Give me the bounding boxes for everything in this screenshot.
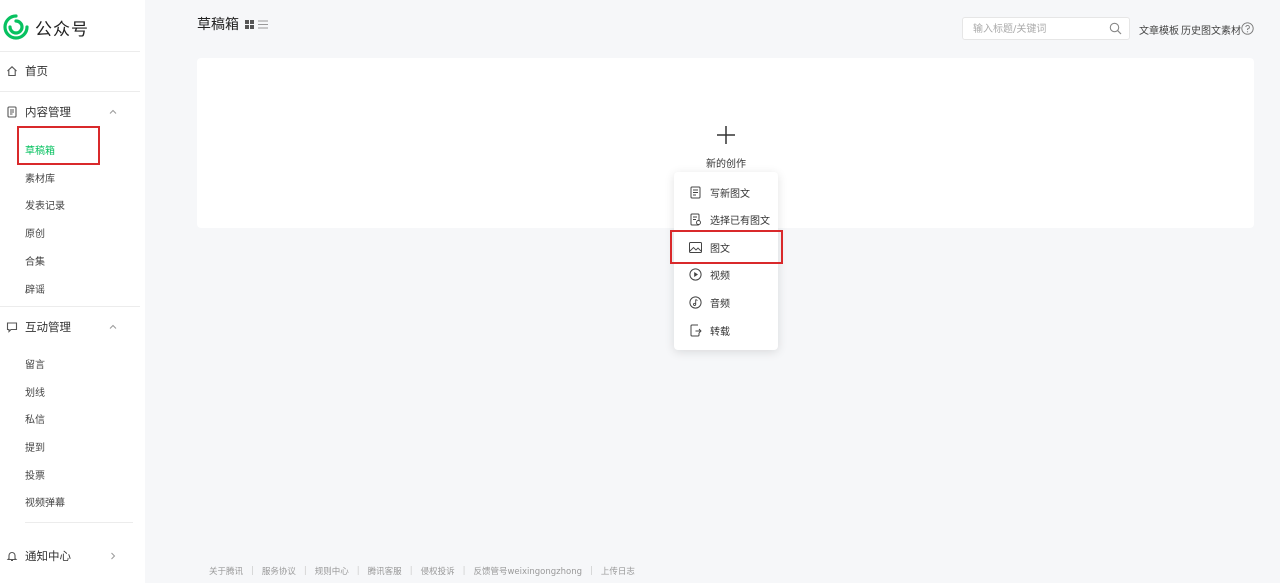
sidebar-item-home[interactable]: 首页 — [0, 60, 140, 82]
search-icon[interactable] — [1109, 22, 1122, 35]
menu-item-audio[interactable]: 音频 — [674, 291, 778, 313]
menu-item-label: 选择已有图文 — [710, 215, 770, 227]
footer-link-customer-service[interactable]: 腾讯客服 — [368, 565, 402, 577]
footer-separator: | — [356, 566, 360, 576]
logo[interactable]: 公众号 — [0, 12, 89, 42]
document-search-icon — [689, 213, 702, 226]
sidebar-item-label: 通知中心 — [25, 549, 71, 563]
article-templates-link[interactable]: 文章模板 — [1139, 22, 1179, 37]
footer-separator: | — [303, 566, 307, 576]
message-icon — [5, 320, 19, 334]
menu-item-write-article[interactable]: 写新图文 — [674, 181, 778, 203]
footer-link-about[interactable]: 关于腾讯 — [209, 565, 243, 577]
sidebar-divider — [0, 51, 140, 52]
footer-link-service-agreement[interactable]: 服务协议 — [262, 565, 296, 577]
footer-separator: | — [409, 566, 413, 576]
sidebar-item-rumor[interactable]: 辟谣 — [25, 279, 45, 297]
page-title-text: 草稿箱 — [197, 17, 239, 33]
menu-item-label: 图文 — [710, 243, 730, 255]
sidebar-item-comments[interactable]: 留言 — [25, 354, 45, 372]
menu-item-label: 视频 — [710, 270, 730, 282]
chevron-up-icon — [108, 322, 118, 332]
sidebar-group-content[interactable]: 内容管理 — [0, 101, 140, 123]
page-title: 草稿箱 — [197, 14, 268, 34]
footer-link-upload-log[interactable]: 上传日志 — [601, 565, 635, 577]
plus-icon[interactable] — [716, 125, 736, 145]
bell-icon — [5, 549, 19, 563]
repost-icon — [689, 324, 702, 337]
sidebar-item-library[interactable]: 素材库 — [25, 168, 55, 186]
history-materials-link[interactable]: 历史图文素材 — [1181, 22, 1241, 37]
sidebar-group-label: 内容管理 — [25, 105, 71, 119]
view-toggle — [245, 19, 268, 29]
home-icon — [5, 64, 19, 78]
sidebar-divider — [25, 522, 133, 523]
footer-separator: | — [462, 566, 466, 576]
logo-icon — [3, 14, 29, 40]
sidebar: 公众号 首页 内容管理 草稿箱 素材库 发表记录 原创 合集 辟谣 互动管理 留… — [0, 0, 145, 583]
sidebar-item-drafts[interactable]: 草稿箱 — [25, 140, 55, 158]
sidebar-item-video-danmaku[interactable]: 视频弹幕 — [25, 492, 65, 510]
menu-item-image-post[interactable]: 图文 — [674, 236, 778, 258]
chevron-right-icon — [108, 551, 118, 561]
footer-separator: | — [590, 566, 593, 576]
sidebar-group-label: 互动管理 — [25, 320, 71, 334]
sidebar-item-highlights[interactable]: 划线 — [25, 382, 45, 400]
footer-link-feedback[interactable]: 反馈管号weixingongzhong — [473, 565, 582, 577]
sidebar-item-private-messages[interactable]: 私信 — [25, 409, 45, 427]
image-icon — [689, 241, 702, 254]
audio-icon — [689, 295, 702, 309]
menu-item-label: 转载 — [710, 326, 730, 338]
menu-item-repost[interactable]: 转载 — [674, 319, 778, 341]
sidebar-divider — [0, 306, 140, 307]
search-box — [962, 17, 1130, 40]
footer-link-rules-center[interactable]: 规则中心 — [315, 565, 349, 577]
chevron-up-icon — [108, 107, 118, 117]
sidebar-item-label: 首页 — [25, 64, 48, 78]
sidebar-item-original[interactable]: 原创 — [25, 223, 45, 241]
grid-view-icon[interactable] — [245, 19, 254, 29]
logo-text: 公众号 — [35, 19, 89, 40]
footer-link-infringement[interactable]: 侵权投诉 — [421, 565, 455, 577]
document-icon — [689, 186, 702, 199]
list-view-icon[interactable] — [258, 20, 268, 29]
sidebar-item-votes[interactable]: 投票 — [25, 465, 45, 483]
menu-item-label: 音频 — [710, 298, 730, 310]
footer: 关于腾讯 | 服务协议 | 规则中心 | 腾讯客服 | 侵权投诉 | 反馈管号w… — [209, 565, 635, 577]
help-icon[interactable] — [1241, 22, 1254, 35]
sidebar-group-interaction[interactable]: 互动管理 — [0, 316, 140, 338]
menu-item-select-existing[interactable]: 选择已有图文 — [674, 208, 778, 230]
new-creation-menu: 写新图文 选择已有图文 图文 视频 音频 转载 — [674, 172, 778, 350]
play-icon — [689, 267, 702, 281]
sidebar-item-collections[interactable]: 合集 — [25, 251, 45, 269]
sidebar-item-notifications[interactable]: 通知中心 — [0, 545, 140, 567]
document-icon — [5, 105, 19, 119]
new-creation-label[interactable]: 新的创作 — [690, 155, 762, 170]
footer-separator: | — [251, 566, 254, 576]
sidebar-divider — [0, 91, 140, 92]
menu-item-label: 写新图文 — [710, 188, 750, 200]
sidebar-item-mentions[interactable]: 提到 — [25, 437, 45, 455]
sidebar-item-publish-records[interactable]: 发表记录 — [25, 195, 65, 213]
menu-item-video[interactable]: 视频 — [674, 263, 778, 285]
search-input[interactable] — [973, 22, 1103, 36]
